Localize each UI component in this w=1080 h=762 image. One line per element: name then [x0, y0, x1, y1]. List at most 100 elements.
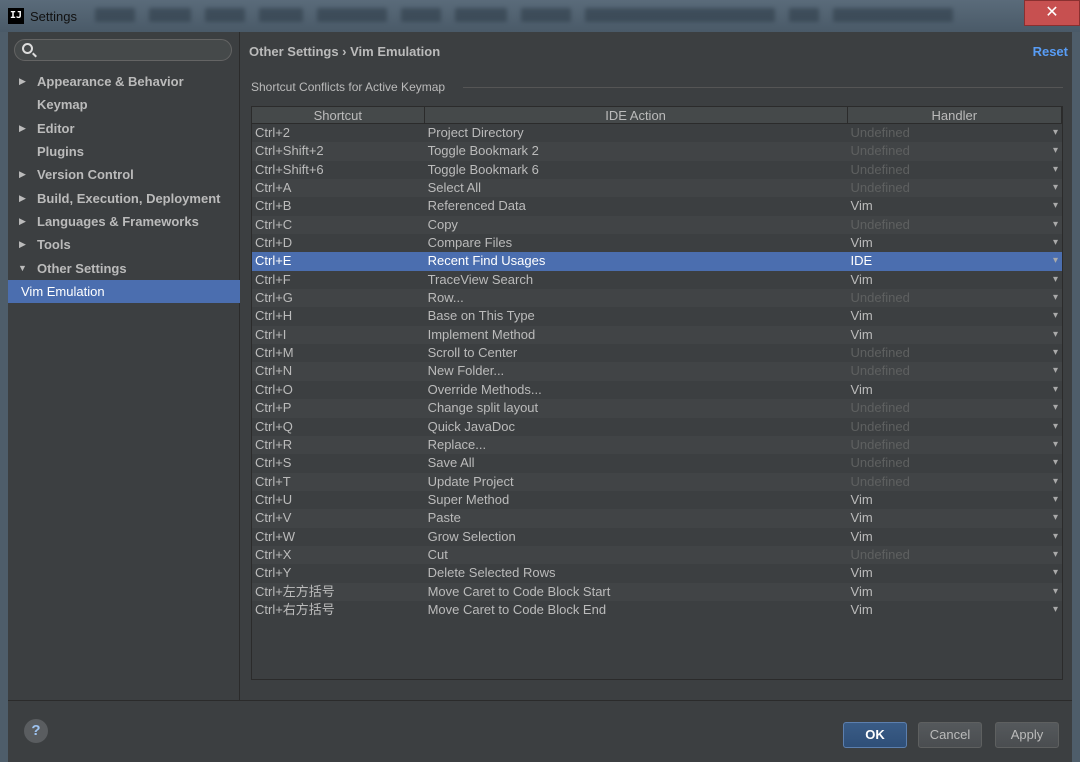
table-row[interactable]: Ctrl+R Replace... Undefined	[252, 435, 1062, 455]
handler-dropdown[interactable]: Undefined	[848, 124, 1062, 142]
table-row[interactable]: Ctrl+Shift+2 Toggle Bookmark 2 Undefined	[252, 142, 1062, 161]
sidebar-item-tools[interactable]: ▶ Tools	[8, 233, 240, 256]
handler-dropdown[interactable]: Vim	[848, 271, 1062, 289]
handler-dropdown[interactable]: Undefined	[848, 344, 1062, 362]
sidebar-item-languages-frameworks[interactable]: ▶ Languages & Frameworks	[8, 210, 240, 233]
ide-action-cell: Referenced Data	[427, 198, 526, 214]
chevron-right-icon[interactable]: ▶	[8, 123, 37, 134]
shortcut-cell: Ctrl+T	[255, 473, 291, 489]
ide-action-cell: Replace...	[427, 436, 487, 452]
handler-dropdown[interactable]: Vim	[848, 326, 1062, 344]
table-row[interactable]: Ctrl+P Change split layout Undefined	[252, 399, 1062, 418]
ide-action-cell: Base on This Type	[427, 308, 535, 324]
apply-button[interactable]: Apply	[995, 722, 1059, 748]
column-header-handler[interactable]: Handler	[848, 107, 1062, 123]
handler-dropdown[interactable]: Vim	[848, 491, 1062, 509]
chevron-right-icon[interactable]: ▶	[8, 193, 37, 204]
settings-sidebar: ▶Appearance & Behavior▶Keymap▶Editor▶Plu…	[8, 32, 240, 700]
handler-dropdown[interactable]: Vim	[848, 528, 1062, 546]
table-row[interactable]: Ctrl+M Scroll to Center Undefined	[252, 344, 1062, 363]
ide-action-cell: Override Methods...	[427, 381, 542, 397]
ok-button[interactable]: OK	[843, 722, 907, 748]
handler-dropdown[interactable]: Vim	[848, 583, 1062, 601]
chevron-right-icon[interactable]: ▶	[8, 76, 37, 87]
sidebar-item-keymap[interactable]: ▶Keymap	[8, 93, 240, 116]
ide-action-cell: Implement Method	[427, 326, 536, 342]
ide-action-cell: TraceView Search	[427, 271, 534, 287]
table-row[interactable]: Ctrl+W Grow Selection Vim	[252, 527, 1062, 546]
handler-dropdown[interactable]: Undefined	[848, 289, 1062, 307]
reset-link[interactable]: Reset	[1033, 44, 1068, 59]
table-row[interactable]: Ctrl+O Override Methods... Vim	[252, 380, 1062, 400]
handler-dropdown[interactable]: Undefined	[848, 362, 1062, 380]
table-row[interactable]: Ctrl+C Copy Undefined	[252, 215, 1062, 235]
handler-dropdown[interactable]: Vim	[848, 197, 1062, 215]
table-row[interactable]: Ctrl+F TraceView Search Vim	[252, 270, 1062, 290]
table-row[interactable]: Ctrl+V Paste Vim	[252, 509, 1062, 528]
cancel-button[interactable]: Cancel	[918, 722, 982, 748]
handler-dropdown[interactable]: Vim	[848, 307, 1062, 325]
handler-dropdown[interactable]: Vim	[848, 381, 1062, 399]
chevron-right-icon[interactable]: ▶	[8, 239, 37, 250]
sidebar-item-appearance-behavior[interactable]: ▶ Appearance & Behavior	[8, 70, 240, 93]
handler-dropdown[interactable]: Undefined	[848, 161, 1062, 179]
handler-dropdown[interactable]: Vim	[848, 234, 1062, 252]
sidebar-item-other-settings[interactable]: ▼ Other Settings	[8, 256, 240, 279]
shortcut-cell: Ctrl+Q	[255, 418, 293, 434]
search-input[interactable]	[37, 41, 227, 59]
chevron-right-icon[interactable]: ▶	[8, 216, 37, 227]
table-row[interactable]: Ctrl+Y Delete Selected Rows Vim	[252, 564, 1062, 583]
shortcut-cell: Ctrl+D	[255, 235, 293, 251]
table-row[interactable]: Ctrl+N New Folder... Undefined	[252, 362, 1062, 381]
sidebar-item-build-execution-deployment[interactable]: ▶ Build, Execution, Deployment	[8, 186, 240, 209]
table-row[interactable]: Ctrl+U Super Method Vim	[252, 490, 1062, 510]
shortcut-cell: Ctrl+U	[255, 491, 293, 507]
table-row[interactable]: Ctrl+2 Project Directory Undefined	[252, 124, 1062, 143]
ide-action-cell: Copy	[427, 216, 458, 232]
handler-dropdown[interactable]: Undefined	[848, 473, 1062, 491]
table-row[interactable]: Ctrl+A Select All Undefined	[252, 179, 1062, 198]
sidebar-item-label: Version Control	[37, 167, 134, 183]
table-row[interactable]: Ctrl+H Base on This Type Vim	[252, 307, 1062, 326]
table-row[interactable]: Ctrl+右方括号 Move Caret to Code Block End Vim	[252, 600, 1062, 620]
table-row[interactable]: Ctrl+左方括号 Move Caret to Code Block Start V…	[252, 582, 1062, 601]
handler-dropdown[interactable]: Vim	[848, 601, 1062, 619]
table-row[interactable]: Ctrl+D Compare Files Vim	[252, 234, 1062, 253]
sidebar-item-editor[interactable]: ▶ Editor	[8, 117, 240, 140]
column-header-ide-action[interactable]: IDE Action	[425, 107, 848, 123]
table-row[interactable]: Ctrl+I Implement Method Vim	[252, 325, 1062, 345]
handler-dropdown[interactable]: Undefined	[848, 546, 1062, 564]
close-button[interactable]: ✕	[1024, 0, 1080, 26]
shortcut-cell: Ctrl+2	[255, 125, 291, 140]
sidebar-item-vim-emulation[interactable]: Vim Emulation	[8, 279, 240, 303]
chevron-down-icon[interactable]: ▼	[8, 263, 37, 273]
table-row[interactable]: Ctrl+T Update Project Undefined	[252, 472, 1062, 491]
sidebar-item-version-control[interactable]: ▶ Version Control	[8, 163, 240, 186]
search-box[interactable]	[14, 39, 232, 61]
handler-dropdown[interactable]: Undefined	[848, 216, 1062, 234]
handler-dropdown[interactable]: Undefined	[848, 142, 1062, 160]
shortcut-cell: Ctrl+M	[255, 345, 294, 361]
search-icon	[22, 43, 33, 54]
handler-dropdown[interactable]: Undefined	[848, 399, 1062, 417]
handler-dropdown[interactable]: Vim	[848, 564, 1062, 582]
handler-dropdown[interactable]: Vim	[848, 509, 1062, 527]
chevron-right-icon[interactable]: ▶	[8, 169, 37, 180]
table-row[interactable]: Ctrl+Shift+6 Toggle Bookmark 6 Undefined	[252, 160, 1062, 180]
settings-tree: ▶Appearance & Behavior▶Keymap▶Editor▶Plu…	[8, 70, 240, 303]
column-header-shortcut[interactable]: Shortcut	[252, 107, 425, 123]
handler-dropdown[interactable]: Undefined	[848, 454, 1062, 472]
table-row[interactable]: Ctrl+E Recent Find Usages IDE	[252, 252, 1062, 271]
table-row[interactable]: Ctrl+X Cut Undefined	[252, 545, 1062, 565]
sidebar-item-plugins[interactable]: ▶Plugins	[8, 140, 240, 163]
handler-dropdown[interactable]: Undefined	[848, 418, 1062, 436]
help-button[interactable]: ?	[24, 719, 48, 743]
table-row[interactable]: Ctrl+S Save All Undefined	[252, 454, 1062, 473]
table-row[interactable]: Ctrl+Q Quick JavaDoc Undefined	[252, 417, 1062, 436]
handler-dropdown[interactable]: IDE	[848, 252, 1062, 270]
table-row[interactable]: Ctrl+G Row... Undefined	[252, 289, 1062, 308]
handler-dropdown[interactable]: Undefined	[848, 179, 1062, 197]
ide-action-cell: Project Directory	[427, 125, 524, 140]
handler-dropdown[interactable]: Undefined	[848, 436, 1062, 454]
table-row[interactable]: Ctrl+B Referenced Data Vim	[252, 197, 1062, 216]
